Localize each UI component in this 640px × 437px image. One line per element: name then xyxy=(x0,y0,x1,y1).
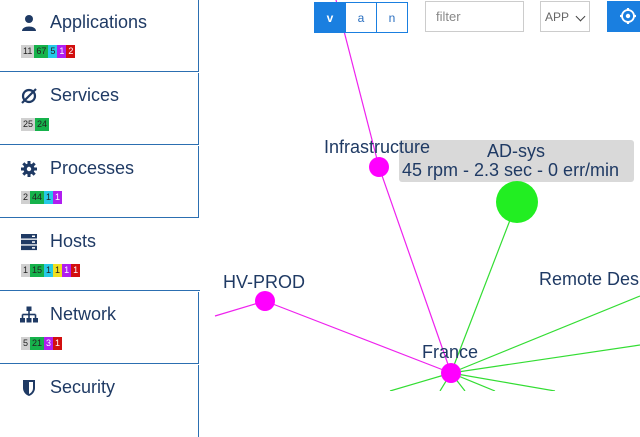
type-select-value: APP xyxy=(545,9,570,24)
status-badges: 1 15 1 1 1 1 xyxy=(21,264,81,277)
sidebar: Applications 11 67 5 1 2 Services 25 24 xyxy=(0,0,200,437)
sidebar-item-security[interactable]: Security xyxy=(0,365,199,437)
network-icon xyxy=(20,306,38,323)
edge-france-remote xyxy=(450,295,640,374)
sidebar-item-label: Hosts xyxy=(50,231,97,251)
status-badge: 1 xyxy=(53,337,63,350)
status-badge: 21 xyxy=(30,337,45,350)
user-icon xyxy=(22,15,36,31)
view-button-n[interactable]: n xyxy=(377,2,408,33)
status-badge: 1 xyxy=(44,191,54,204)
sidebar-item-label: Services xyxy=(50,85,120,105)
tooltip-text: 45 rpm - 2.3 sec - 0 err/min xyxy=(402,160,619,180)
status-badge: 1 xyxy=(53,191,63,204)
edge-france-down4 xyxy=(450,372,556,391)
sidebar-item-label: Security xyxy=(50,377,116,397)
status-badge: 67 xyxy=(34,45,49,58)
view-button-a[interactable]: a xyxy=(346,2,377,33)
gear-icon xyxy=(620,8,636,24)
sidebar-item-services[interactable]: Services 25 24 xyxy=(0,73,199,145)
status-badge: 11 xyxy=(21,45,35,58)
status-badge: 5 xyxy=(48,45,58,58)
chevron-down-icon xyxy=(575,11,586,22)
node-label-hv-prod: HV-PROD xyxy=(223,272,305,292)
sidebar-item-label: Applications xyxy=(50,12,148,32)
node-infrastructure[interactable] xyxy=(369,157,389,177)
status-badge: 1 xyxy=(21,264,31,277)
status-badges: 25 24 xyxy=(21,118,50,131)
edge-france-right xyxy=(450,344,640,374)
view-button-v[interactable]: v xyxy=(314,2,346,33)
status-badge: 1 xyxy=(44,264,54,277)
status-badges: 11 67 5 1 2 xyxy=(21,45,76,58)
node-label-remote-desktop: Remote Des xyxy=(539,269,639,289)
sidebar-item-network[interactable]: Network 5 21 3 1 xyxy=(0,292,199,364)
status-badge: 1 xyxy=(71,264,81,277)
server-icon xyxy=(21,234,37,251)
status-badge: 24 xyxy=(35,118,50,131)
gear-icon xyxy=(21,161,37,177)
status-badges: 5 21 3 1 xyxy=(21,337,63,350)
status-badge: 1 xyxy=(62,264,72,277)
status-badge: 2 xyxy=(66,45,76,58)
status-badge: 44 xyxy=(30,191,45,204)
type-select[interactable]: APP xyxy=(540,1,590,32)
services-icon xyxy=(21,88,37,104)
node-france[interactable] xyxy=(441,363,461,383)
sidebar-item-processes[interactable]: Processes 2 44 1 1 xyxy=(0,146,199,218)
sidebar-item-label: Processes xyxy=(50,158,135,178)
status-badges: 2 44 1 1 xyxy=(21,191,63,204)
filter-input[interactable] xyxy=(425,1,524,32)
node-label-ad-sys: AD-sys xyxy=(487,141,545,161)
status-badge: 15 xyxy=(30,264,45,277)
node-hv-prod[interactable] xyxy=(255,291,275,311)
node-label-france: France xyxy=(422,342,478,362)
status-badge: 25 xyxy=(21,118,36,131)
shield-icon xyxy=(23,380,35,396)
node-ad-sys[interactable] xyxy=(496,181,538,223)
settings-button[interactable] xyxy=(607,1,640,32)
edge-hvprod-france xyxy=(264,300,452,374)
node-label-infrastructure: Infrastructure xyxy=(324,137,430,157)
sidebar-item-label: Network xyxy=(50,304,117,324)
sidebar-item-applications[interactable]: Applications 11 67 5 1 2 xyxy=(0,0,199,72)
sidebar-item-hosts[interactable]: Hosts 1 15 1 1 1 1 xyxy=(0,219,200,291)
status-badge: 1 xyxy=(53,264,63,277)
status-badge: 1 xyxy=(57,45,67,58)
status-badge: 3 xyxy=(44,337,54,350)
status-badge: 2 xyxy=(21,191,31,204)
status-badge: 5 xyxy=(21,337,31,350)
